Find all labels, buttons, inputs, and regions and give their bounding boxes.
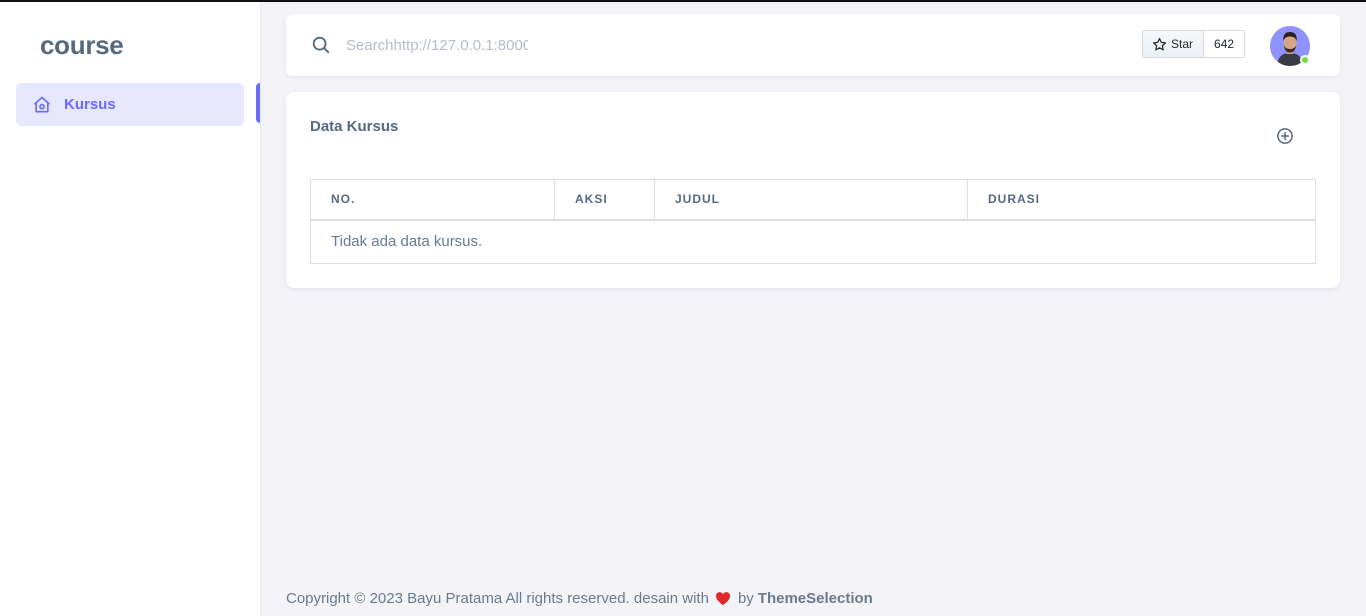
data-kursus-card: Data Kursus NO. AKSI JUDUL DURASI Tidak … (286, 92, 1340, 288)
window-top-border (0, 0, 1366, 2)
github-star-label: Star (1171, 37, 1194, 51)
sidebar-item-label: Kursus (64, 96, 116, 113)
card-title: Data Kursus (310, 118, 399, 135)
heart-icon (715, 591, 731, 606)
themeselection-link[interactable]: ThemeSelection (758, 590, 873, 607)
home-icon (32, 95, 52, 115)
github-star-button[interactable]: Star (1143, 31, 1205, 57)
user-avatar[interactable] (1270, 26, 1310, 66)
github-star-count[interactable]: 642 (1204, 31, 1245, 57)
sidebar-item-kursus[interactable]: Kursus (16, 83, 244, 126)
footer-by: by (737, 590, 754, 607)
top-navbar: Star 642 (286, 14, 1340, 76)
empty-table-message: Tidak ada data kursus. (310, 219, 1316, 264)
kursus-table: NO. AKSI JUDUL DURASI Tidak ada data kur… (310, 179, 1316, 264)
column-header-no: NO. (310, 179, 555, 221)
sidebar-active-indicator (256, 83, 260, 123)
column-header-judul: JUDUL (654, 179, 968, 221)
sidebar: course Kursus (0, 0, 260, 616)
online-status-badge (1300, 55, 1310, 65)
star-icon (1152, 37, 1167, 50)
search-icon (310, 34, 332, 56)
footer: Copyright © 2023 Bayu Pratama All rights… (286, 590, 873, 607)
app-brand[interactable]: course (40, 30, 124, 61)
github-star-widget: Star 642 (1142, 30, 1246, 58)
column-header-durasi: DURASI (967, 179, 1316, 221)
table-header-row: NO. AKSI JUDUL DURASI (310, 179, 1316, 221)
search-input[interactable] (346, 33, 528, 57)
footer-copyright: Copyright © 2023 Bayu Pratama All rights… (286, 590, 709, 607)
table-row: Tidak ada data kursus. (310, 219, 1316, 264)
column-header-aksi: AKSI (554, 179, 655, 221)
plus-circle-icon[interactable] (1276, 127, 1294, 145)
